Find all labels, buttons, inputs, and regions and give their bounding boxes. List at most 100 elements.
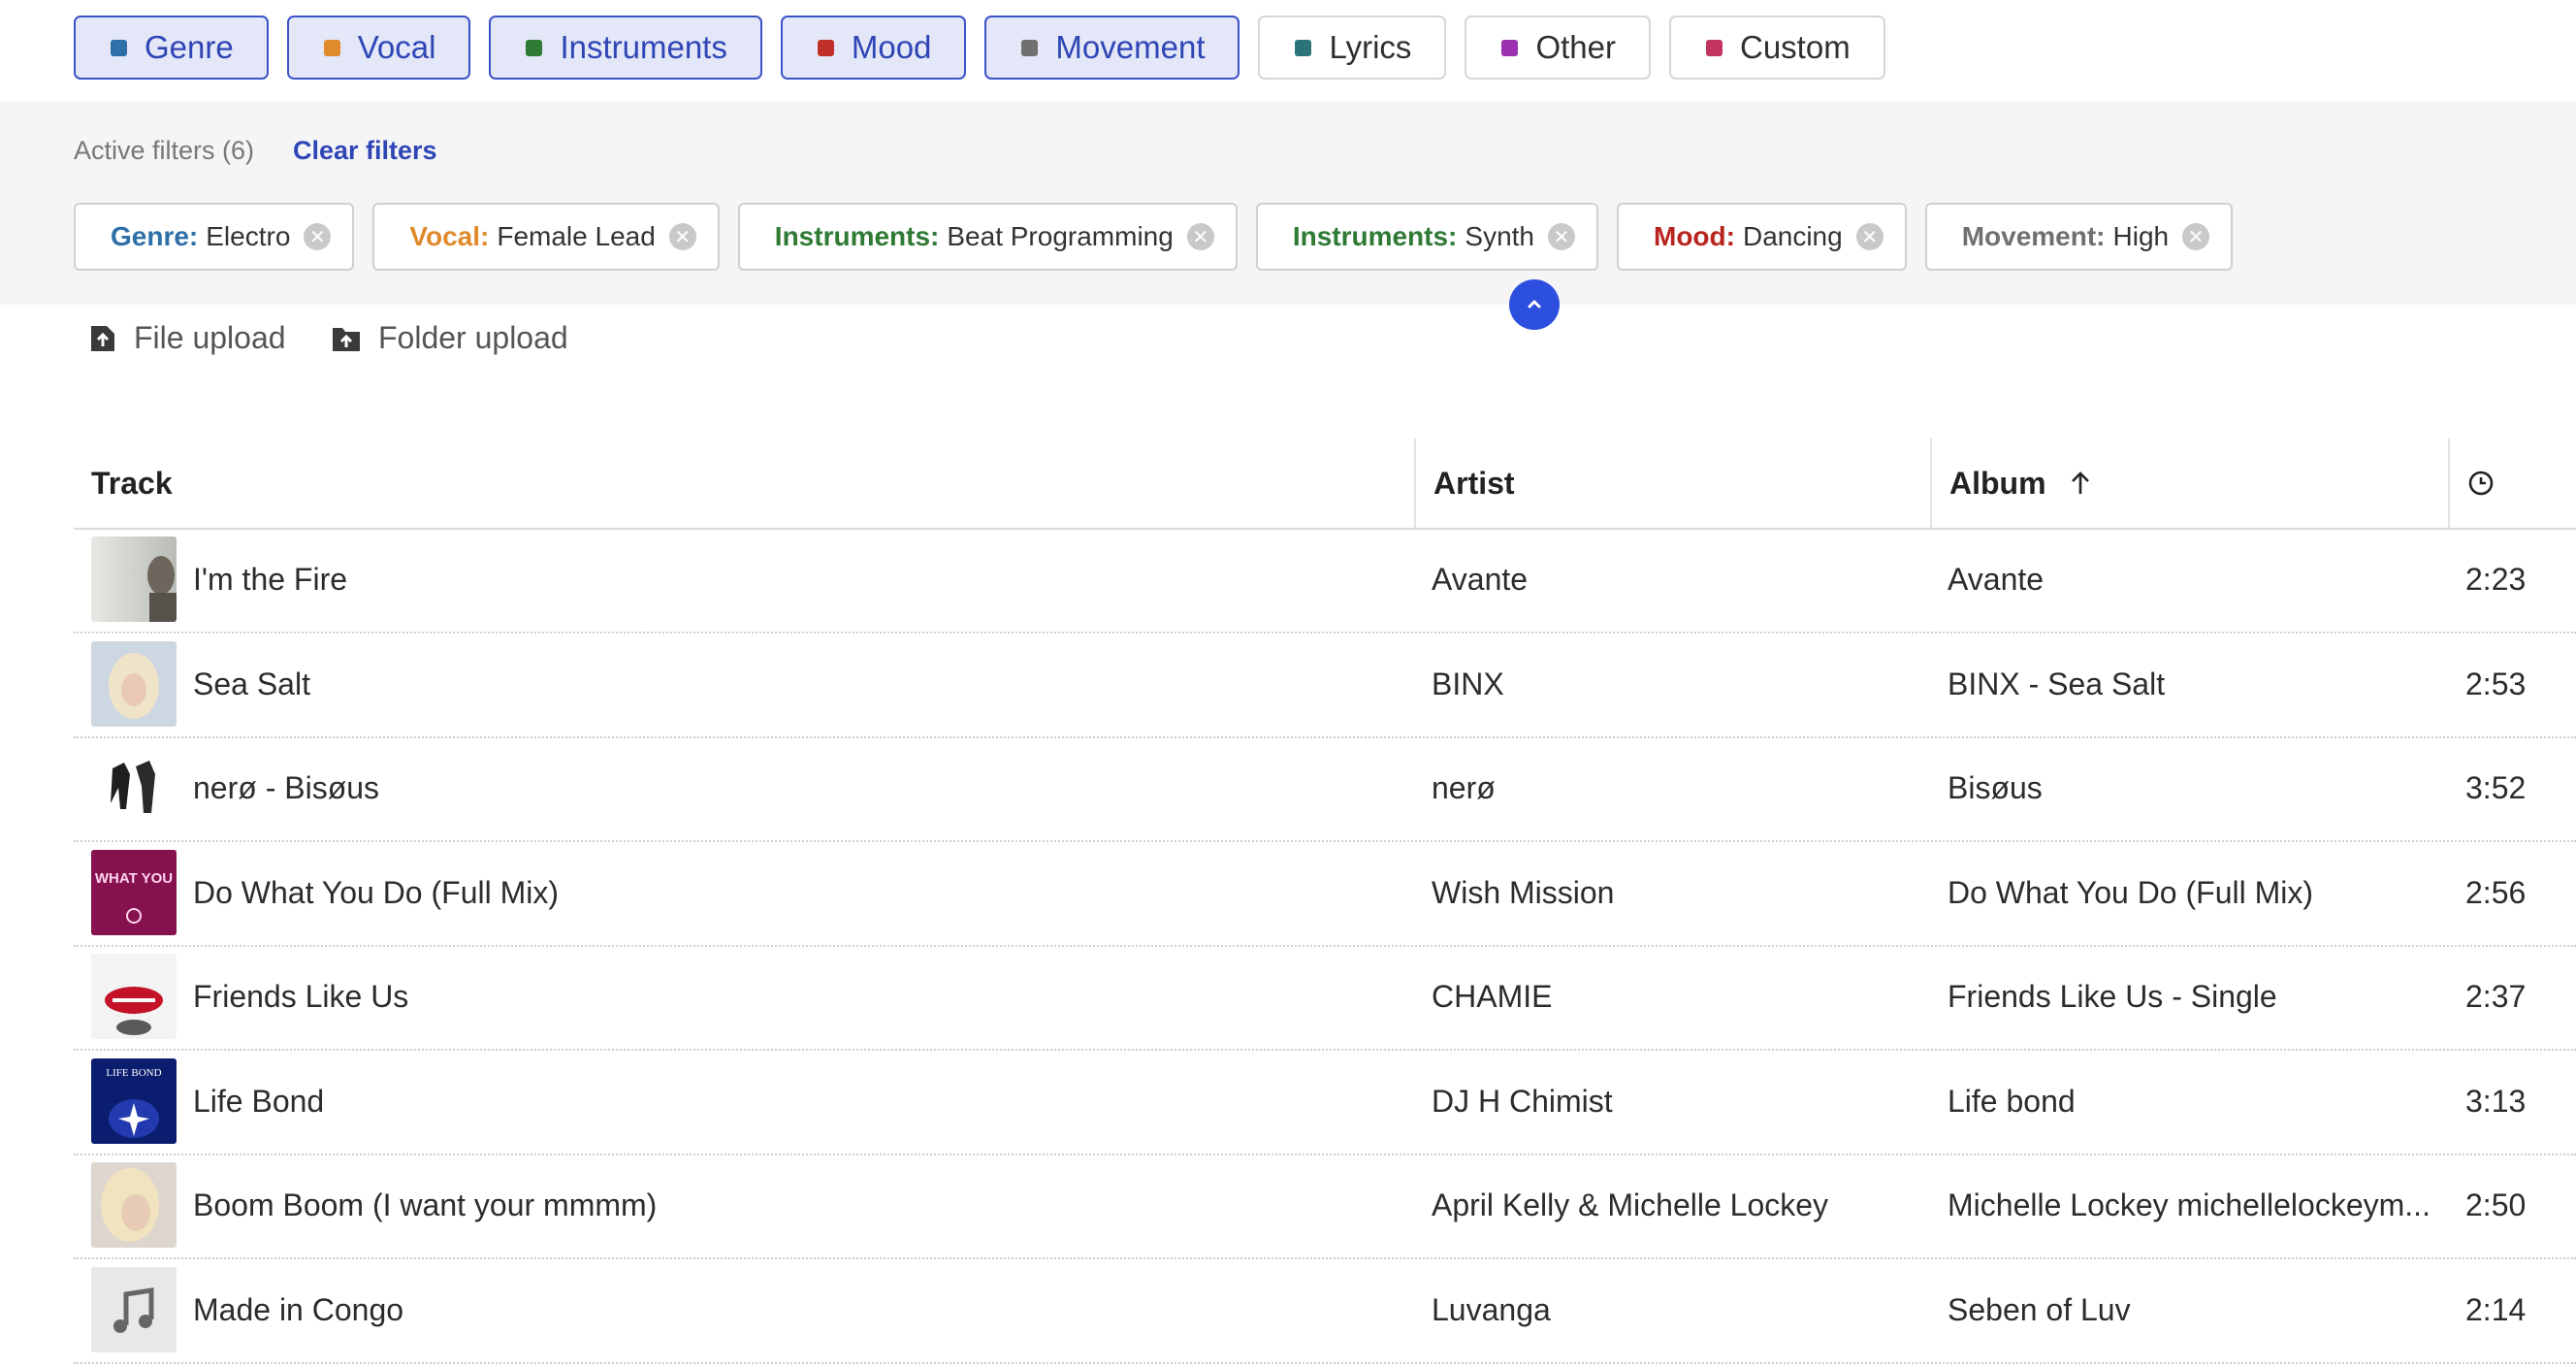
track-duration: 2:50 [2465, 1187, 2527, 1222]
file-upload-label: File upload [134, 320, 286, 355]
active-filters-label: Active filters (6) [74, 136, 255, 165]
category-color-swatch [1501, 39, 1519, 56]
clock-icon [2468, 471, 2494, 496]
remove-filter-icon[interactable]: ✕ [304, 223, 332, 250]
filter-chip-key: Vocal: [409, 221, 490, 251]
track-artist: Wish Mission [1432, 874, 1615, 910]
track-artist: Luvanga [1432, 1291, 1551, 1327]
file-upload-button[interactable]: File upload [89, 320, 286, 356]
track-title: I'm the Fire [193, 562, 348, 597]
album-art [91, 745, 177, 830]
filter-chip[interactable]: Instruments: Synth ✕ [1255, 203, 1598, 271]
table-row[interactable]: nerø - Bisøus nerø Bisøus 3:52 [74, 736, 2576, 842]
category-color-swatch [1021, 39, 1039, 56]
tab-lyrics[interactable]: Lyrics [1258, 16, 1447, 80]
artist-column-header[interactable]: Artist [1414, 439, 1930, 528]
remove-filter-icon[interactable]: ✕ [668, 223, 696, 250]
filter-chip[interactable]: Genre: Electro ✕ [74, 203, 355, 271]
duration-column-header[interactable] [2448, 439, 2576, 528]
track-album: BINX - Sea Salt [1948, 666, 2166, 701]
track-artist: Avante [1432, 562, 1529, 597]
collapse-filters-button[interactable] [1509, 279, 1560, 330]
track-title: Made in Congo [193, 1291, 404, 1327]
track-title: Life Bond [193, 1083, 325, 1119]
track-artist: BINX [1432, 666, 1504, 701]
filter-chip-key: Genre: [111, 221, 199, 251]
filter-chip[interactable]: Instruments: Beat Programming ✕ [737, 203, 1238, 271]
file-upload-icon [91, 325, 114, 351]
track-artist: nerø [1432, 770, 1496, 805]
album-art [91, 1162, 177, 1248]
table-row[interactable]: LIFE BOND Life Bond DJ H Chimist Life bond 3… [74, 1050, 2576, 1155]
table-row[interactable]: DO WHAT YOU DO Do What You Do (Full Mix) W… [74, 841, 2576, 947]
tab-label: Genre [145, 29, 234, 65]
track-duration: 2:53 [2465, 666, 2527, 701]
table-row[interactable]: Boom Boom (I want your mmmm) April Kelly … [74, 1154, 2576, 1259]
track-duration: 2:37 [2465, 979, 2527, 1014]
album-column-header[interactable]: Album [1930, 439, 2448, 528]
table-row[interactable]: Made in Congo Luvanga Seben of Luv 2:14 [74, 1258, 2576, 1364]
track-title: nerø - Bisøus [193, 770, 380, 805]
remove-filter-icon[interactable]: ✕ [1186, 223, 1214, 250]
track-duration: 3:52 [2465, 770, 2527, 805]
category-tabs: Genre Vocal Instruments Mood Movement Lyrics O… [74, 16, 1885, 83]
category-color-swatch [1295, 39, 1312, 56]
table-row[interactable]: Sea Salt BINX BINX - Sea Salt 2:53 [74, 633, 2576, 738]
tab-genre[interactable]: Genre [74, 16, 269, 80]
folder-upload-icon [333, 327, 360, 351]
track-album: Life bond [1948, 1083, 2076, 1119]
track-column-header[interactable]: Track [74, 439, 1414, 528]
filter-chip-value: Beat Programming [947, 221, 1174, 251]
tab-label: Movement [1055, 29, 1206, 65]
filter-chip-value: Dancing [1742, 221, 1843, 251]
track-title: Boom Boom (I want your mmmm) [193, 1187, 658, 1222]
track-title: Friends Like Us [193, 979, 409, 1014]
table-header: Track Artist Album [74, 439, 2576, 530]
tab-other[interactable]: Other [1465, 16, 1651, 80]
remove-filter-icon[interactable]: ✕ [2182, 223, 2210, 250]
filter-chip-key: Movement: [1961, 221, 2106, 251]
album-art: LIFE BOND [91, 1057, 177, 1144]
track-artist: CHAMIE [1432, 979, 1553, 1014]
album-art: DO WHAT YOU DO [91, 849, 177, 935]
remove-filter-icon[interactable]: ✕ [1548, 223, 1575, 250]
track-artist: DJ H Chimist [1432, 1083, 1613, 1119]
tab-custom[interactable]: Custom [1668, 16, 1885, 80]
chevron-up-icon [1528, 300, 1541, 309]
album-art-text: DO WHAT YOU DO [91, 870, 177, 887]
track-duration: 2:56 [2465, 874, 2527, 910]
folder-upload-button[interactable]: Folder upload [332, 320, 568, 356]
filter-chip[interactable]: Vocal: Female Lead ✕ [372, 203, 720, 271]
sort-ascending-icon [2071, 472, 2089, 494]
tab-label: Custom [1739, 29, 1851, 65]
track-artist: April Kelly & Michelle Lockey [1432, 1187, 1829, 1222]
filter-chip-key: Instruments: [1292, 221, 1458, 251]
album-art [91, 954, 177, 1039]
filter-chip-key: Mood: [1654, 221, 1735, 251]
track-duration: 2:23 [2465, 562, 2527, 597]
track-album: Do What You Do (Full Mix) [1948, 874, 2314, 910]
table-row[interactable]: I'm the Fire Avante Avante 2:23 [74, 528, 2576, 634]
tab-mood[interactable]: Mood [780, 16, 967, 80]
category-color-swatch [817, 39, 834, 56]
tab-label: Lyrics [1329, 29, 1412, 65]
tab-vocal[interactable]: Vocal [286, 16, 471, 80]
filter-chip-key: Instruments: [774, 221, 940, 251]
clear-filters-link[interactable]: Clear filters [293, 136, 437, 166]
tab-label: Instruments [560, 29, 727, 65]
album-art [91, 640, 177, 727]
tab-label: Vocal [357, 29, 436, 65]
tab-instruments[interactable]: Instruments [489, 16, 762, 80]
filter-chip[interactable]: Mood: Dancing ✕ [1617, 203, 1907, 271]
filter-chip-value: Electro [206, 221, 291, 251]
track-album: Friends Like Us - Single [1948, 979, 2277, 1014]
filter-chip[interactable]: Movement: High ✕ [1924, 203, 2234, 271]
track-title: Do What You Do (Full Mix) [193, 874, 560, 910]
tab-movement[interactable]: Movement [984, 16, 1240, 80]
remove-filter-icon[interactable]: ✕ [1855, 223, 1884, 250]
track-album: Seben of Luv [1948, 1291, 2131, 1327]
tab-label: Other [1535, 29, 1616, 65]
table-row[interactable]: Friends Like Us CHAMIE Friends Like Us - S… [74, 945, 2576, 1051]
track-duration: 3:13 [2465, 1083, 2527, 1119]
track-title: Sea Salt [193, 666, 310, 701]
